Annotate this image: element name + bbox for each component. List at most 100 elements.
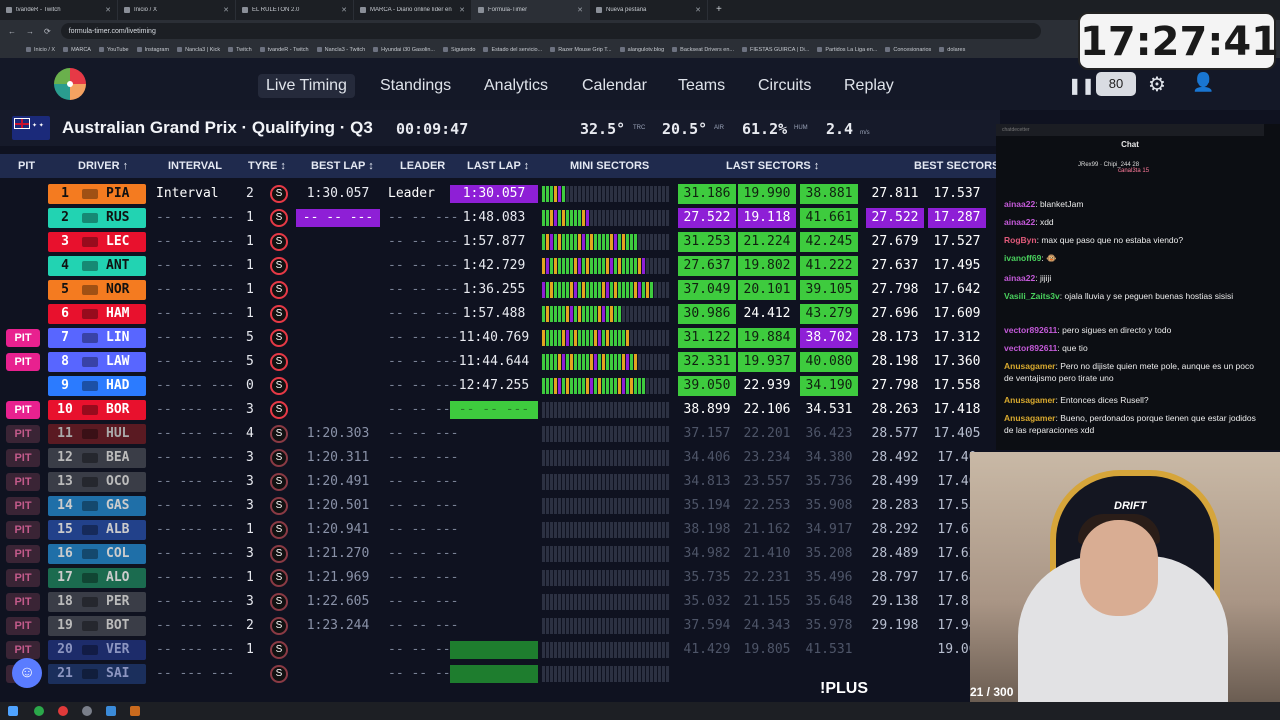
bookmark-item[interactable]: Backseat Drivers en... xyxy=(672,47,734,53)
driver-badge[interactable]: 4 ANT xyxy=(48,256,146,276)
bookmark-item[interactable]: Twitch xyxy=(228,47,252,53)
app-taskbar-icon[interactable] xyxy=(106,706,116,716)
column-header[interactable]: BEST LAP ↕ xyxy=(311,160,374,172)
bookmark-item[interactable]: MARCA xyxy=(63,47,91,53)
table-row[interactable]: PIT 13 OCO -- --- --- 3 S 1:20.491 -- -- --- 34.… xyxy=(0,470,1000,494)
close-icon[interactable]: ✕ xyxy=(695,6,701,14)
chat-username[interactable]: Anusagamer xyxy=(1004,395,1056,405)
browser-tab[interactable]: EL RULETON 2.0 ✕ xyxy=(236,0,354,20)
driver-badge[interactable]: 17 ALO xyxy=(48,568,146,588)
driver-badge[interactable]: 11 HUL xyxy=(48,424,146,444)
user-icon[interactable]: 👤 xyxy=(1192,72,1214,93)
table-row[interactable]: PIT 11 HUL -- --- --- 4 S 1:20.303 -- -- --- 37.… xyxy=(0,422,1000,446)
app-taskbar-icon[interactable] xyxy=(82,706,92,716)
close-icon[interactable]: ✕ xyxy=(341,6,347,14)
forward-icon[interactable]: → xyxy=(26,27,34,36)
column-header[interactable]: LAST SECTORS ↕ xyxy=(726,160,819,172)
chat-username[interactable]: ivanoff69 xyxy=(1004,253,1041,263)
back-icon[interactable]: ← xyxy=(8,27,16,36)
accessibility-icon[interactable]: ☺ xyxy=(12,658,42,688)
chat-username[interactable]: RogByn xyxy=(1004,235,1037,245)
column-header[interactable]: TYRE ↕ xyxy=(248,160,286,172)
chat-username[interactable]: Vasili_Zaits3v xyxy=(1004,291,1060,301)
app-taskbar-icon[interactable] xyxy=(130,706,140,716)
formula-timer-logo[interactable] xyxy=(54,68,86,100)
table-row[interactable]: 5 NOR -- --- --- 1 S -- -- --- 1:36.255 37.049 2… xyxy=(0,278,1000,302)
bookmark-item[interactable]: FIESTAS GUIRCA | Di... xyxy=(742,47,809,53)
table-row[interactable]: 9 HAD -- --- --- 0 S -- -- --- 12:47.255 39.050… xyxy=(0,374,1000,398)
chat-username[interactable]: Anusagamer xyxy=(1004,413,1056,423)
table-row[interactable]: 6 HAM -- --- --- 1 S -- -- --- 1:57.488 30.986 2… xyxy=(0,302,1000,326)
driver-badge[interactable]: 6 HAM xyxy=(48,304,146,324)
table-row[interactable]: 2 RUS -- --- --- 1 S -- -- --- -- -- --- 1:48.0… xyxy=(0,206,1000,230)
bookmark-item[interactable]: Estado del servicio... xyxy=(483,47,542,53)
close-icon[interactable]: ✕ xyxy=(577,6,583,14)
chat-username[interactable]: vector892611 xyxy=(1004,343,1057,353)
bookmark-item[interactable]: dolares xyxy=(939,47,965,53)
chrome-taskbar-icon[interactable] xyxy=(34,706,44,716)
table-row[interactable]: 4 ANT -- --- --- 1 S -- -- --- 1:42.729 27.637 1… xyxy=(0,254,1000,278)
browser-tab[interactable]: Inicio / X ✕ xyxy=(118,0,236,20)
bookmark-item[interactable]: Partidos La Liga en... xyxy=(817,47,877,53)
bookmark-item[interactable]: Nancla3 - Twitch xyxy=(317,47,366,53)
column-header[interactable]: DRIVER ↑ xyxy=(78,160,128,172)
bookmark-item[interactable]: alangulotv.blog xyxy=(620,47,665,53)
driver-badge[interactable]: 21 SAI xyxy=(48,664,146,684)
close-icon[interactable]: ✕ xyxy=(459,6,465,14)
table-row[interactable]: PIT 7 LIN -- --- --- 5 S -- -- --- 11:40.769 31.… xyxy=(0,326,1000,350)
nav-analytics[interactable]: Analytics xyxy=(476,74,556,98)
nav-circuits[interactable]: Circuits xyxy=(750,74,819,98)
bookmark-item[interactable]: Inicio / X xyxy=(26,47,55,53)
driver-badge[interactable]: 15 ALB xyxy=(48,520,146,540)
browser-tab[interactable]: tvandeR - Twitch ✕ xyxy=(0,0,118,20)
column-header[interactable]: LEADER xyxy=(400,160,445,172)
table-row[interactable]: 3 LEC -- --- --- 1 S -- -- --- 1:57.877 31.253 2… xyxy=(0,230,1000,254)
close-icon[interactable]: ✕ xyxy=(105,6,111,14)
pause-icon[interactable]: ❚❚ xyxy=(1068,76,1095,96)
nav-teams[interactable]: Teams xyxy=(670,74,733,98)
column-header[interactable]: PIT xyxy=(18,160,35,172)
nav-live-timing[interactable]: Live Timing xyxy=(258,74,355,98)
url-field[interactable]: formula-timer.com/livetiming xyxy=(60,23,1041,39)
table-row[interactable]: PIT 18 PER -- --- --- 3 S 1:22.605 -- -- --- 35.… xyxy=(0,590,1000,614)
chat-username[interactable]: ainaa22 xyxy=(1004,199,1035,209)
table-row[interactable]: PIT 16 COL -- --- --- 3 S 1:21.270 -- -- --- 34.… xyxy=(0,542,1000,566)
chat-username[interactable]: vector892611 xyxy=(1004,325,1057,335)
column-header[interactable]: INTERVAL xyxy=(168,160,222,172)
bookmark-item[interactable]: Hyundai i30 Gasolin... xyxy=(373,47,435,53)
nav-replay[interactable]: Replay xyxy=(836,74,902,98)
nav-standings[interactable]: Standings xyxy=(372,74,459,98)
nav-calendar[interactable]: Calendar xyxy=(574,74,655,98)
table-row[interactable]: PIT 12 BEA -- --- --- 3 S 1:20.311 -- -- --- 34.… xyxy=(0,446,1000,470)
gear-icon[interactable]: ⚙ xyxy=(1148,72,1166,97)
bookmark-item[interactable]: tvandeR - Twitch xyxy=(260,47,309,53)
windows-start-icon[interactable] xyxy=(8,706,18,716)
driver-badge[interactable]: 12 BEA xyxy=(48,448,146,468)
reload-icon[interactable]: ⟳ xyxy=(44,27,51,36)
driver-badge[interactable]: 10 BOR xyxy=(48,400,146,420)
driver-badge[interactable]: 14 GAS xyxy=(48,496,146,516)
column-header[interactable]: MINI SECTORS xyxy=(570,160,649,172)
delay-input[interactable]: 80 xyxy=(1096,72,1136,96)
browser-tab[interactable]: Formula-Timer ✕ xyxy=(472,0,590,20)
bookmark-item[interactable]: Concesionarios xyxy=(885,47,931,53)
chat-username[interactable]: ainaa22 xyxy=(1004,273,1035,283)
table-row[interactable]: PIT 10 BOR -- --- --- 3 S -- -- --- -- -- --- 38… xyxy=(0,398,1000,422)
driver-badge[interactable]: 8 LAW xyxy=(48,352,146,372)
column-header[interactable]: LAST LAP ↕ xyxy=(467,160,529,172)
driver-badge[interactable]: 7 LIN xyxy=(48,328,146,348)
driver-badge[interactable]: 16 COL xyxy=(48,544,146,564)
column-header[interactable]: BEST SECTORS xyxy=(914,160,999,172)
bookmark-item[interactable]: Siguiendo xyxy=(443,47,475,53)
driver-badge[interactable]: 18 PER xyxy=(48,592,146,612)
table-row[interactable]: PIT 19 BOT -- --- --- 2 S 1:23.244 -- -- --- 37.… xyxy=(0,614,1000,638)
driver-badge[interactable]: 13 OCO xyxy=(48,472,146,492)
browser-tab[interactable]: Nueva pestaña ✕ xyxy=(590,0,708,20)
driver-badge[interactable]: 9 HAD xyxy=(48,376,146,396)
driver-badge[interactable]: 19 BOT xyxy=(48,616,146,636)
new-tab-button[interactable]: + xyxy=(708,0,722,20)
table-row[interactable]: PIT 14 GAS -- --- --- 3 S 1:20.501 -- -- --- 35.… xyxy=(0,494,1000,518)
driver-badge[interactable]: 2 RUS xyxy=(48,208,146,228)
table-row[interactable]: PIT 20 VER -- --- --- 1 S -- -- --- 41.429 19.80… xyxy=(0,638,1000,662)
app-taskbar-icon[interactable] xyxy=(58,706,68,716)
